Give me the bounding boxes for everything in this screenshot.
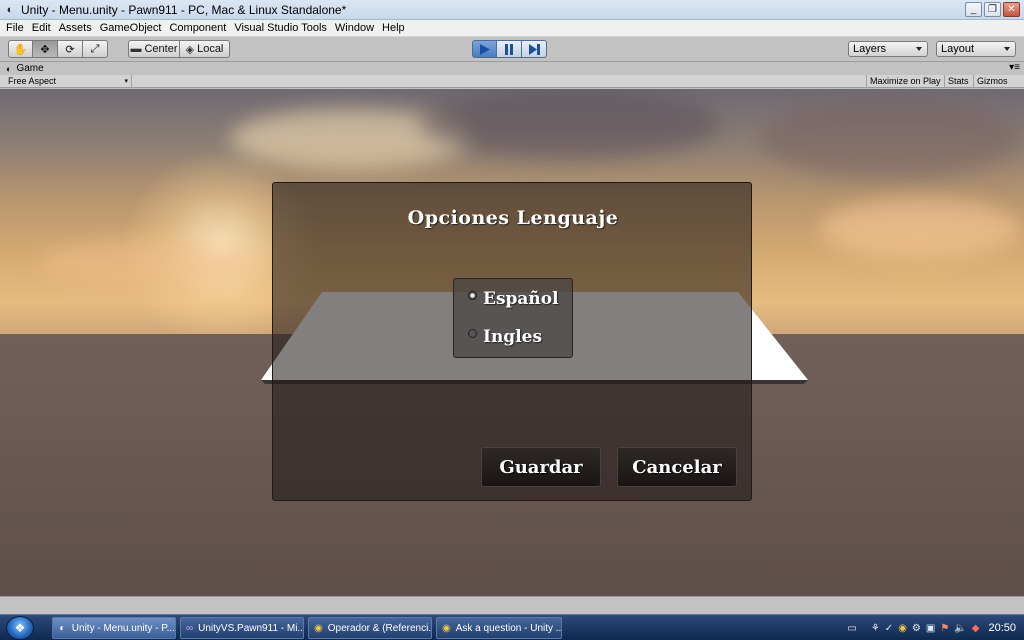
display-tray-icon[interactable]: ▣: [926, 623, 935, 634]
hand-tool-button[interactable]: ✋: [8, 40, 33, 58]
menu-gameobject[interactable]: GameObject: [96, 22, 166, 34]
language-option-group: Español Ingles: [453, 278, 573, 358]
aspect-dropdown[interactable]: Free Aspect ▾: [4, 75, 132, 88]
window-controls: _ ❐ ✕: [965, 2, 1020, 17]
hand-icon: ✋: [14, 43, 28, 56]
pivot-toggles: ▬ Center ◈ Local: [128, 40, 230, 58]
title-bar: ◐ Unity - Menu.unity - Pawn911 - PC, Mac…: [0, 0, 1024, 20]
menu-window[interactable]: Window: [331, 22, 378, 34]
move-tool-button[interactable]: ✥: [33, 40, 58, 58]
move-icon: ✥: [40, 43, 49, 56]
chrome-icon: ◉: [442, 622, 451, 634]
transform-tools: ✋ ✥ ⟳ ⤢: [8, 40, 108, 58]
scale-icon: ⤢: [91, 43, 100, 56]
chrome-tray-icon[interactable]: ◉: [898, 623, 907, 634]
chevron-down-icon: ▾: [124, 75, 128, 88]
local-icon: ◈: [186, 43, 194, 56]
menu-component[interactable]: Component: [165, 22, 230, 34]
power-icon[interactable]: ◆: [972, 623, 980, 634]
pivot-center-icon: ▬: [130, 43, 141, 55]
flag-icon[interactable]: ⚑: [940, 623, 949, 634]
taskbar-item-label: Operador & (Referenci...: [328, 623, 432, 634]
taskbar-item-visual-studio[interactable]: ∞ UnityVS.Pawn911 - Mi...: [180, 617, 304, 639]
pause-button[interactable]: [497, 40, 522, 58]
chrome-icon: ◉: [314, 622, 323, 634]
game-tab[interactable]: ◐ Game ▾≡: [0, 62, 1024, 75]
radio-espanol[interactable]: [468, 291, 477, 300]
unity-icon: ◐: [58, 622, 67, 634]
taskbar-item-label: Ask a question - Unity ...: [456, 623, 562, 634]
option-espanol-label: Español: [483, 289, 559, 309]
layers-label: Layers: [853, 43, 886, 55]
stats-toggle[interactable]: Stats: [944, 75, 972, 88]
taskbar-item-chrome-ask[interactable]: ◉ Ask a question - Unity ...: [436, 617, 562, 639]
menu-bar: File Edit Assets GameObject Component Vi…: [0, 20, 1024, 37]
menu-help[interactable]: Help: [378, 22, 409, 34]
step-button[interactable]: [522, 40, 547, 58]
clock[interactable]: 20:50: [988, 622, 1016, 634]
aspect-label: Free Aspect: [8, 76, 56, 86]
taskbar-item-chrome-operador[interactable]: ◉ Operador & (Referenci...: [308, 617, 432, 639]
menu-file[interactable]: File: [2, 22, 28, 34]
visual-studio-icon: ∞: [186, 622, 193, 634]
pivot-center-label: Center: [144, 43, 177, 55]
cancel-button[interactable]: Cancelar: [617, 447, 737, 487]
rotate-tool-button[interactable]: ⟳: [58, 40, 83, 58]
maximize-on-play-toggle[interactable]: Maximize on Play: [866, 75, 944, 88]
dialog-title: Opciones Lenguaje: [273, 207, 753, 229]
game-tab-label: Game: [16, 63, 43, 74]
toolbar: ✋ ✥ ⟳ ⤢ ▬ Center ◈ Local Layer: [0, 37, 1024, 62]
save-button[interactable]: Guardar: [481, 447, 601, 487]
menu-assets[interactable]: Assets: [55, 22, 96, 34]
keyboard-icon[interactable]: ▭: [847, 623, 856, 634]
option-espanol[interactable]: Español: [468, 289, 559, 309]
play-icon: [479, 44, 490, 55]
tab-menu-icon[interactable]: ▾≡: [1009, 62, 1020, 73]
volume-icon[interactable]: 🔈: [954, 623, 966, 634]
taskbar-item-label: UnityVS.Pawn911 - Mi...: [198, 623, 304, 634]
chevron-down-icon: [916, 47, 922, 51]
radio-ingles[interactable]: [468, 329, 477, 338]
pivot-local-button[interactable]: ◈ Local: [180, 40, 230, 58]
pivot-center-button[interactable]: ▬ Center: [128, 40, 180, 58]
start-button[interactable]: ❖: [6, 616, 34, 640]
chevron-down-icon: [1004, 47, 1010, 51]
app-tray-icon[interactable]: ✓: [885, 623, 893, 634]
option-ingles[interactable]: Ingles: [468, 327, 542, 347]
pause-icon: [504, 44, 514, 55]
rotate-icon: ⟳: [65, 43, 74, 56]
game-view-toolbar: Free Aspect ▾ Maximize on Play Stats Giz…: [0, 75, 1024, 88]
menu-visual-studio-tools[interactable]: Visual Studio Tools: [230, 22, 331, 34]
step-icon: [529, 44, 540, 55]
windows-icon: ❖: [15, 621, 26, 635]
language-options-dialog: Opciones Lenguaje Español Ingles Guardar…: [272, 182, 752, 501]
system-tray: ▭ ⚘ ✓ ◉ ⚙ ▣ ⚑ 🔈 ◆ 20:50: [842, 616, 1024, 640]
game-viewport[interactable]: Opciones Lenguaje Español Ingles Guardar…: [0, 89, 1024, 596]
minimize-button[interactable]: _: [965, 2, 982, 17]
layout-dropdown[interactable]: Layout: [936, 41, 1016, 57]
network-icon[interactable]: ⚘: [871, 623, 880, 634]
pivot-local-label: Local: [197, 43, 223, 55]
taskbar-item-unity[interactable]: ◐ Unity - Menu.unity - P...: [52, 617, 176, 639]
scale-tool-button[interactable]: ⤢: [83, 40, 108, 58]
window-title: Unity - Menu.unity - Pawn911 - PC, Mac &…: [21, 3, 346, 17]
restore-button[interactable]: ❐: [984, 2, 1001, 17]
taskbar: ❖ ◐ Unity - Menu.unity - P... ∞ UnityVS.…: [0, 614, 1024, 640]
option-ingles-label: Ingles: [483, 327, 542, 347]
status-strip: [0, 596, 1024, 614]
taskbar-item-label: Unity - Menu.unity - P...: [72, 623, 175, 634]
layers-dropdown[interactable]: Layers: [848, 41, 928, 57]
play-button[interactable]: [472, 40, 497, 58]
layout-label: Layout: [941, 43, 974, 55]
play-controls: [472, 40, 547, 58]
unity-icon: ◐: [4, 4, 16, 16]
close-button[interactable]: ✕: [1003, 2, 1020, 17]
gizmos-dropdown[interactable]: Gizmos: [973, 75, 1020, 88]
menu-edit[interactable]: Edit: [28, 22, 55, 34]
game-view-icon: ◐: [6, 64, 11, 74]
settings-tray-icon[interactable]: ⚙: [912, 623, 921, 634]
